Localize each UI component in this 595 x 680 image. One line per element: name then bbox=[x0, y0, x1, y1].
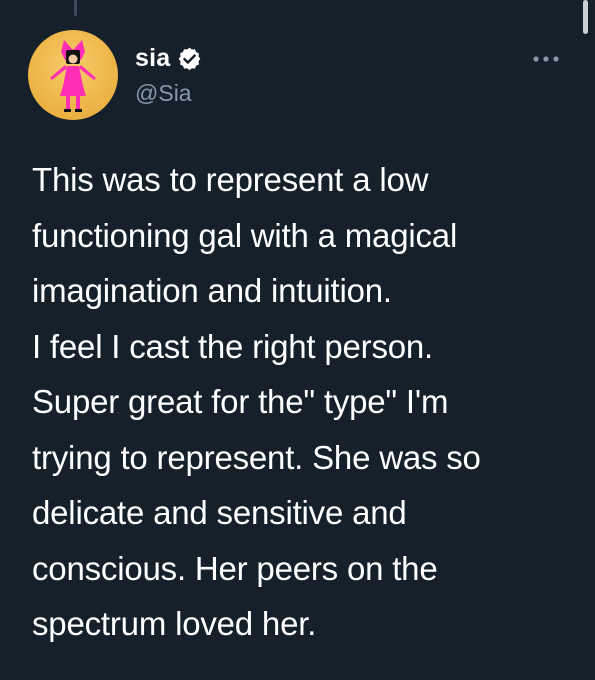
avatar-illustration bbox=[50, 40, 96, 112]
profile-avatar[interactable] bbox=[28, 30, 118, 120]
display-name-row: sia bbox=[135, 42, 202, 74]
author-names: sia @Sia bbox=[135, 42, 202, 107]
thread-connector-line bbox=[74, 0, 77, 16]
tweet-header: sia @Sia bbox=[28, 30, 573, 120]
scrollbar-thumb[interactable] bbox=[583, 0, 588, 34]
more-horizontal-icon[interactable] bbox=[528, 52, 568, 66]
verified-badge-icon bbox=[179, 47, 201, 70]
author-display-name[interactable]: sia bbox=[135, 44, 170, 73]
author-handle[interactable]: @Sia bbox=[135, 80, 202, 107]
tweet-text: This was to represent a low functioning … bbox=[32, 161, 481, 642]
